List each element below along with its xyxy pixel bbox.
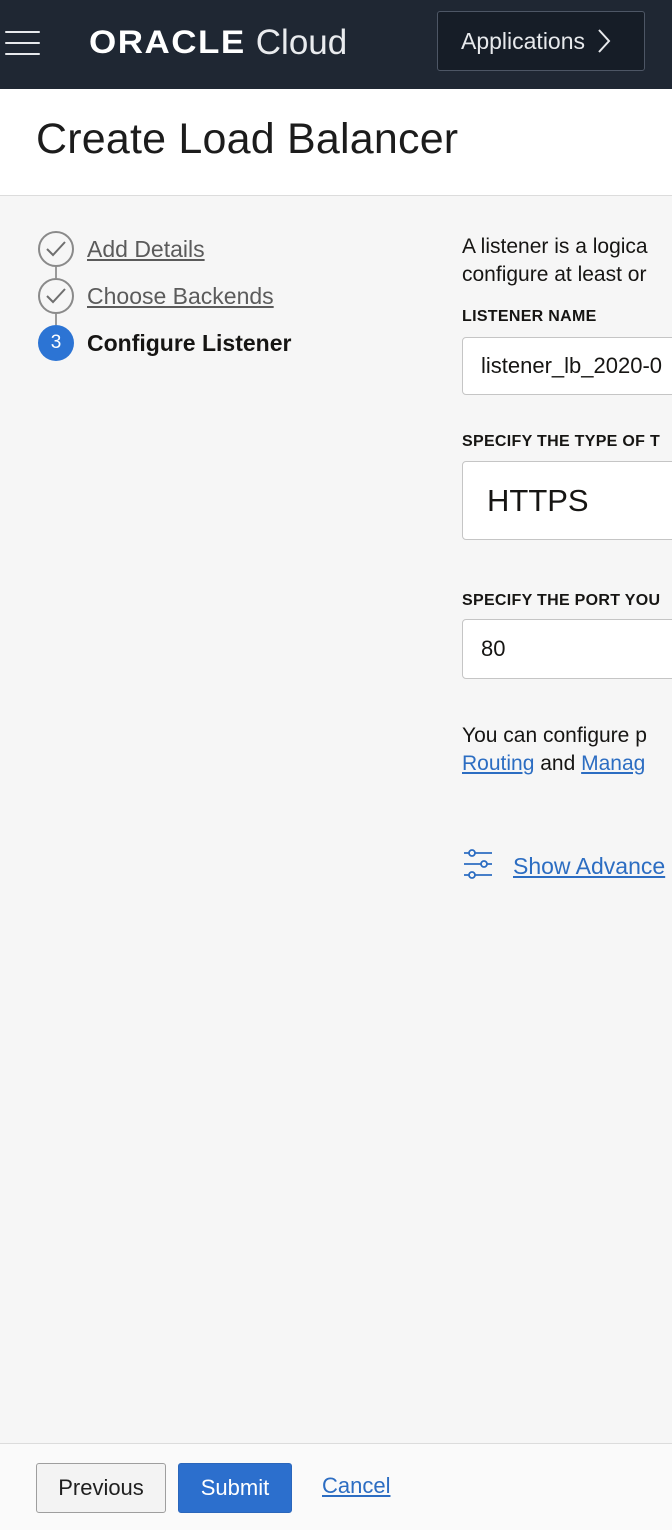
port-label: SPECIFY THE PORT YOU xyxy=(462,592,661,609)
step-connector xyxy=(55,267,57,278)
and-text: and xyxy=(540,752,576,775)
hamburger-menu-icon[interactable] xyxy=(5,29,40,57)
listener-description: A listener is a logica configure at leas… xyxy=(462,233,648,289)
step-add-details[interactable]: Add Details xyxy=(38,231,205,267)
traffic-type-select[interactable]: HTTPS xyxy=(462,461,672,540)
routing-info-links: Routing and Manag xyxy=(462,750,647,778)
sliders-icon xyxy=(462,848,494,885)
traffic-type-label: SPECIFY THE TYPE OF T xyxy=(462,433,661,450)
step-number-badge: 3 xyxy=(38,325,74,361)
traffic-type-value: HTTPS xyxy=(487,482,589,518)
brand-oracle-text: ORACLE xyxy=(89,24,246,61)
top-navigation-bar: ORACLE Cloud Applications xyxy=(0,0,672,89)
manage-link[interactable]: Manag xyxy=(581,752,645,775)
port-value: 80 xyxy=(481,636,506,661)
show-advanced-link[interactable]: Show Advance xyxy=(513,853,665,880)
routing-link[interactable]: Routing xyxy=(462,752,534,775)
cancel-link[interactable]: Cancel xyxy=(322,1473,390,1499)
listener-form: A listener is a logica configure at leas… xyxy=(462,230,672,910)
previous-button[interactable]: Previous xyxy=(36,1463,166,1513)
step-choose-backends[interactable]: Choose Backends xyxy=(38,278,274,314)
oracle-cloud-logo[interactable]: ORACLE Cloud xyxy=(89,20,347,66)
checkmark-icon xyxy=(38,231,74,267)
page-header: Create Load Balancer xyxy=(0,89,672,196)
listener-name-value: listener_lb_2020-0 xyxy=(481,353,663,378)
chevron-right-icon xyxy=(597,28,611,54)
page-title: Create Load Balancer xyxy=(36,115,459,163)
applications-button[interactable]: Applications xyxy=(437,11,645,71)
step-label-configure-listener: Configure Listener xyxy=(87,329,292,356)
wizard-footer: Previous Submit Cancel xyxy=(0,1443,672,1530)
routing-info: You can configure p Routing and Manag xyxy=(462,722,647,778)
step-label-add-details[interactable]: Add Details xyxy=(87,236,205,263)
step-connector xyxy=(55,314,57,325)
checkmark-icon xyxy=(38,278,74,314)
brand-cloud-text: Cloud xyxy=(255,23,348,62)
applications-label: Applications xyxy=(461,27,586,54)
listener-name-label: LISTENER NAME xyxy=(462,308,597,325)
show-advanced-options[interactable]: Show Advance xyxy=(462,848,665,885)
listener-name-input[interactable]: listener_lb_2020-0 xyxy=(462,337,672,395)
routing-info-text: You can configure p xyxy=(462,724,647,747)
step-label-choose-backends[interactable]: Choose Backends xyxy=(87,283,274,310)
submit-button[interactable]: Submit xyxy=(178,1463,292,1513)
description-line-1: A listener is a logica xyxy=(462,235,648,258)
port-input[interactable]: 80 xyxy=(462,619,672,679)
description-line-2: configure at least or xyxy=(462,263,647,286)
step-configure-listener: 3 Configure Listener xyxy=(38,325,291,361)
